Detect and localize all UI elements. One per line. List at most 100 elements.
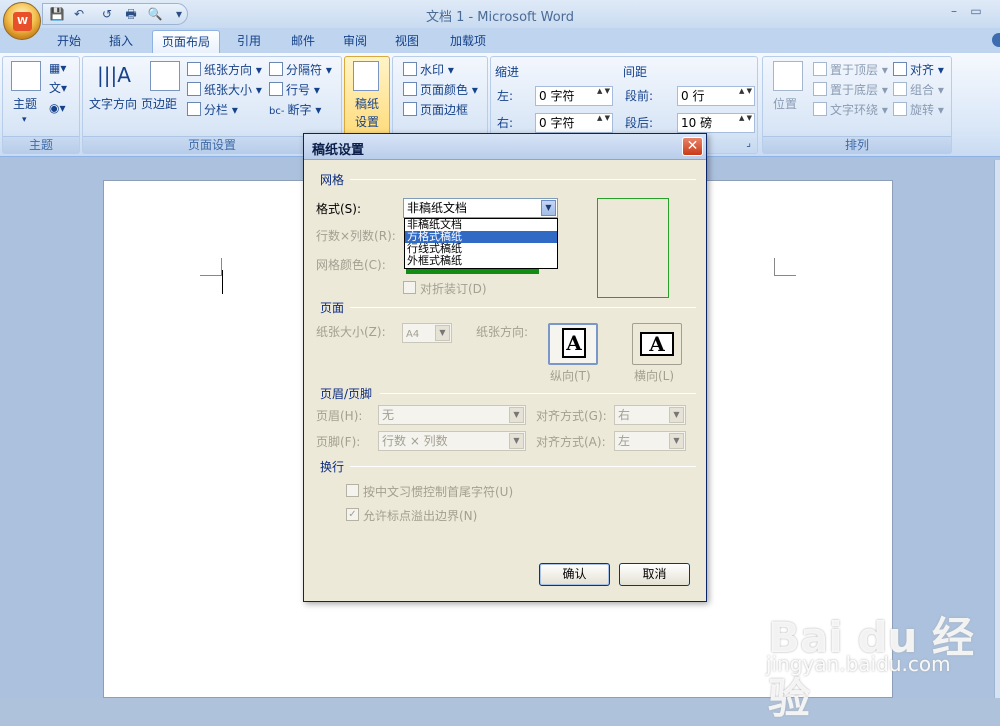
header-select[interactable]: 无 ▼ [378, 405, 526, 425]
chevron-down-icon[interactable]: ▼ [669, 433, 684, 449]
bring-front-button[interactable]: 置于顶层 ▾ [813, 61, 888, 79]
paper-size-select[interactable]: A4 ▼ [402, 323, 452, 343]
position-button[interactable]: 位置 [773, 95, 797, 113]
send-back-button[interactable]: 置于底层 ▾ [813, 81, 888, 99]
page-color-button[interactable]: 页面颜色 ▾ [403, 81, 478, 99]
paragraph-launcher-icon[interactable]: ⌟ [746, 135, 751, 153]
indent-right-spinner[interactable]: 0 字符 ▲ ▼ [535, 113, 613, 133]
style-select[interactable]: 非稿纸文档 ▼ [403, 198, 558, 218]
page-section-title: 页面 [320, 301, 345, 315]
hyphenation-label: 断字 [287, 103, 312, 117]
tab-insert[interactable]: 插入 [100, 30, 142, 53]
orientation-button[interactable]: 纸张方向 ▾ [187, 61, 262, 79]
breaks-icon [269, 62, 283, 76]
breaks-button[interactable]: 分隔符 ▾ [269, 61, 332, 79]
watermark-button[interactable]: 水印 ▾ [403, 61, 454, 79]
header-align-value: 右 [618, 408, 631, 422]
spacing-before-spinner[interactable]: 0 行 ▲ ▼ [677, 86, 755, 106]
columns-dropdown-icon: ▾ [231, 103, 238, 117]
chinese-rule-checkbox[interactable] [346, 484, 359, 497]
indent-left-spinner[interactable]: 0 字符 ▲ ▼ [535, 86, 613, 106]
page-color-label: 页面颜色 [420, 83, 469, 97]
chevron-down-icon[interactable]: ▼ [435, 325, 450, 341]
chevron-down-icon[interactable]: ▼ [541, 200, 556, 216]
hyphenation-icon: bc- [269, 106, 285, 117]
page-color-icon [403, 82, 417, 96]
linebreak-section-title: 换行 [320, 460, 345, 474]
tab-add-ins[interactable]: 加载项 [440, 30, 496, 53]
tab-page-layout[interactable]: 页面布局 [152, 30, 220, 53]
text-wrap-button[interactable]: 文字环绕 ▾ [813, 101, 888, 119]
orientation-icon [187, 62, 201, 76]
size-button[interactable]: 纸张大小 ▾ [187, 81, 262, 99]
header-align-select[interactable]: 右 ▼ [614, 405, 686, 425]
restore-button[interactable]: ▭ [966, 4, 986, 20]
style-select-value: 非稿纸文档 [407, 201, 468, 215]
landscape-button[interactable]: A [632, 323, 682, 365]
rotate-dropdown-icon: ▾ [937, 103, 944, 117]
text-caret [222, 270, 223, 294]
tab-mailings[interactable]: 邮件 [282, 30, 324, 53]
spin-arrows-icon[interactable]: ▲ ▼ [739, 87, 752, 96]
help-icon[interactable] [992, 33, 1000, 47]
section-divider [350, 466, 696, 467]
margins-button[interactable]: 页边距 [141, 95, 177, 113]
style-label: 格式(S): [316, 202, 362, 216]
group-objects-label: 组合 [910, 83, 935, 97]
themes-icon [11, 61, 41, 91]
minimize-button[interactable]: – [944, 4, 964, 20]
cancel-button[interactable]: 取消 [619, 563, 690, 586]
tab-home[interactable]: 开始 [48, 30, 90, 53]
theme-colors-icon[interactable]: ▦▾ [49, 59, 66, 77]
spacing-after-spinner[interactable]: 10 磅 ▲ ▼ [677, 113, 755, 133]
line-numbers-button[interactable]: 行号 ▾ [269, 81, 320, 99]
align-button[interactable]: 对齐 ▾ [893, 61, 944, 79]
fold-label: 对折装订(D) [420, 282, 487, 296]
theme-effects-icon[interactable]: ◉▾ [49, 99, 66, 117]
breaks-dropdown-icon: ▾ [325, 63, 332, 77]
chevron-down-icon[interactable]: ▼ [509, 433, 524, 449]
chevron-down-icon[interactable]: ▼ [509, 407, 524, 423]
footer-select[interactable]: 行数 × 列数 ▼ [378, 431, 526, 451]
line-numbers-icon [269, 82, 283, 96]
rotate-label: 旋转 [910, 103, 935, 117]
send-back-icon [813, 82, 827, 96]
chevron-down-icon[interactable]: ▼ [669, 407, 684, 423]
spacing-after-value: 10 磅 [681, 116, 713, 130]
group-arrange-label: 排列 [763, 136, 951, 153]
rotate-button[interactable]: 旋转 ▾ [893, 101, 944, 119]
section-divider [350, 179, 696, 180]
paper-size-value: A4 [406, 329, 420, 340]
close-icon[interactable]: ✕ [682, 137, 703, 156]
portrait-label: 纵向(T) [550, 369, 591, 383]
position-icon [773, 61, 803, 91]
theme-fonts-icon[interactable]: 文▾ [49, 79, 67, 97]
spin-arrows-icon[interactable]: ▲ ▼ [739, 114, 752, 123]
allow-punct-checkbox[interactable]: ✓ [346, 508, 359, 521]
portrait-button[interactable]: A [548, 323, 598, 365]
spin-arrows-icon[interactable]: ▲ ▼ [597, 114, 610, 123]
spin-arrows-icon[interactable]: ▲ ▼ [597, 87, 610, 96]
text-direction-button[interactable]: 文字方向 [89, 95, 137, 113]
header-footer-section-title: 页眉/页脚 [320, 387, 373, 401]
ok-button[interactable]: 确认 [539, 563, 610, 586]
footer-align-select[interactable]: 左 ▼ [614, 431, 686, 451]
rows-cols-label: 行数×列数(R): [316, 229, 396, 243]
hyphenation-button[interactable]: bc- 断字 ▾ [269, 101, 321, 121]
manuscript-settings-dialog: 稿纸设置 ✕ 网格 格式(S): 非稿纸文档 ▼ 非稿纸文档 方格式稿纸 行线式… [303, 133, 707, 602]
page-borders-button[interactable]: 页面边框 [403, 101, 468, 119]
chinese-rule-label: 按中文习惯控制首尾字符(U) [363, 485, 514, 499]
office-button[interactable]: W [3, 2, 41, 40]
portrait-page-icon: A [562, 328, 586, 358]
fold-checkbox[interactable] [403, 281, 416, 294]
tab-view[interactable]: 视图 [386, 30, 428, 53]
group-objects-button[interactable]: 组合 ▾ [893, 81, 944, 99]
orientation-dropdown-icon: ▾ [255, 63, 262, 77]
themes-dropdown-icon[interactable]: ▾ [22, 111, 27, 129]
tab-references[interactable]: 引用 [228, 30, 270, 53]
tab-review[interactable]: 审阅 [334, 30, 376, 53]
orientation-label: 纸张方向: [476, 325, 529, 339]
header-align-label: 对齐方式(G): [536, 409, 607, 423]
columns-button[interactable]: 分栏 ▾ [187, 101, 238, 119]
style-option[interactable]: 外框式稿纸 [405, 255, 557, 267]
